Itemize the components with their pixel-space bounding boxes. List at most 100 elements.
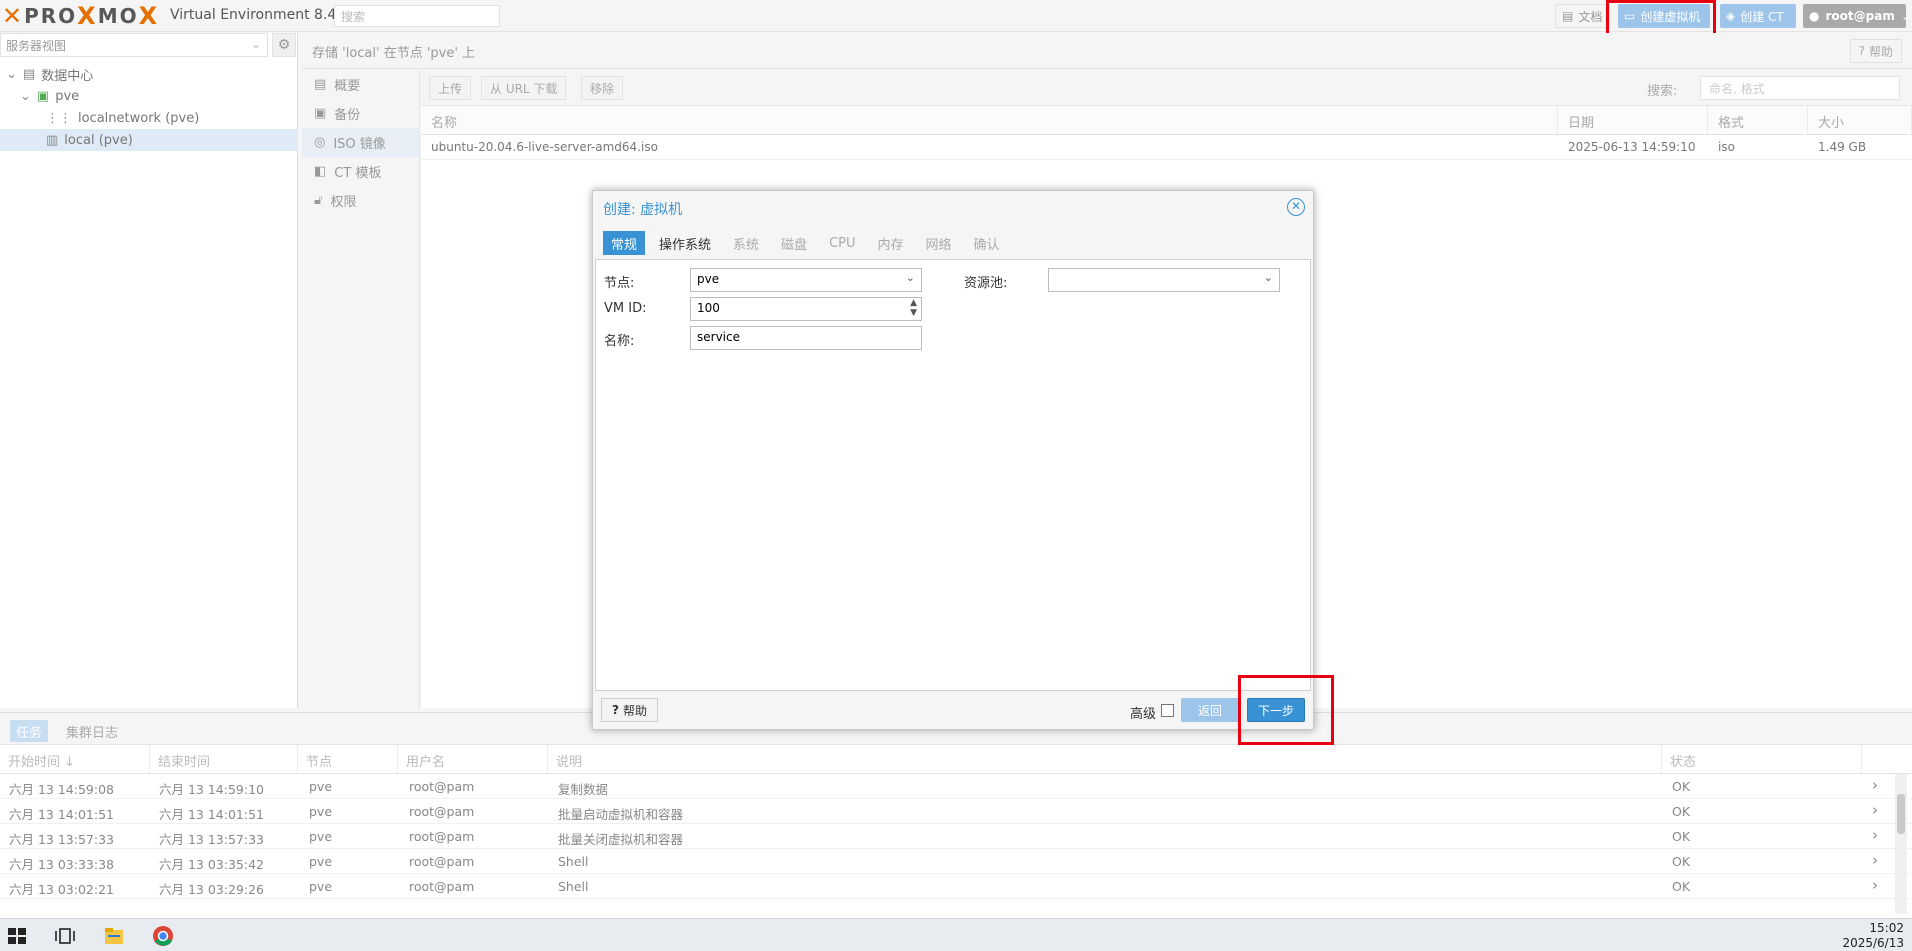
subnav-item-backup[interactable]: ▣ 备份 bbox=[302, 99, 419, 128]
vmid-label: VM ID: bbox=[604, 301, 647, 316]
create-ct-button[interactable]: ◈ 创建 CT bbox=[1720, 4, 1796, 28]
expand-toggle-icon[interactable]: ⌄ bbox=[20, 89, 31, 104]
download-url-button[interactable]: 从 URL 下载 bbox=[481, 76, 567, 100]
docs-button[interactable]: ▤ 文档 bbox=[1555, 4, 1610, 28]
tree-item-local-storage[interactable]: ▥ local (pve) bbox=[0, 129, 298, 151]
chevron-right-icon[interactable]: › bbox=[1872, 801, 1878, 819]
node-select[interactable]: pve ⌄ bbox=[690, 268, 922, 292]
tree-item-localnetwork[interactable]: ⋮⋮ localnetwork (pve) bbox=[46, 107, 296, 129]
column-header-start[interactable]: 开始时间 ↓ bbox=[0, 745, 150, 773]
chevron-down-icon: ⌄ bbox=[905, 271, 915, 284]
scroll-thumb[interactable] bbox=[1897, 794, 1905, 834]
column-header-name[interactable]: 名称 bbox=[421, 106, 1558, 134]
view-selector[interactable]: 服务器视图 ⌄ bbox=[0, 33, 268, 57]
vmid-spinner[interactable]: 100 ▲ ▼ bbox=[690, 297, 922, 321]
remove-button[interactable]: 移除 bbox=[581, 76, 624, 100]
tab-memory[interactable]: 内存 bbox=[870, 231, 912, 255]
task-view-icon[interactable] bbox=[54, 925, 76, 947]
spinner-arrows-icon[interactable]: ▲ ▼ bbox=[910, 298, 917, 318]
subnav-item-summary[interactable]: ▤ 概要 bbox=[302, 70, 419, 99]
cube-icon: ◈ bbox=[1726, 9, 1736, 23]
column-header-date[interactable]: 日期 bbox=[1558, 106, 1708, 134]
iso-date: 2025-06-13 14:59:10 bbox=[1568, 140, 1696, 154]
vm-name-input[interactable]: service bbox=[690, 326, 922, 350]
chevron-right-icon[interactable]: › bbox=[1872, 876, 1878, 894]
column-header-description[interactable]: 说明 bbox=[548, 745, 1662, 773]
node-online-icon: ▣ bbox=[36, 88, 50, 104]
back-button[interactable]: 返回 bbox=[1181, 698, 1239, 722]
expand-toggle-icon[interactable]: ⌄ bbox=[6, 67, 17, 82]
resource-pool-select[interactable]: ⌄ bbox=[1048, 268, 1280, 292]
close-icon[interactable]: ✕ bbox=[1287, 198, 1305, 216]
iso-toolbar: 上传 从 URL 下载 移除 搜索: 命名, 格式 bbox=[421, 70, 1912, 106]
advanced-checkbox[interactable] bbox=[1161, 704, 1174, 717]
dialog-help-button[interactable]: ? 帮助 bbox=[601, 698, 658, 722]
global-search-input[interactable]: 搜索 bbox=[334, 5, 500, 27]
tab-network[interactable]: 网络 bbox=[918, 231, 960, 255]
table-row[interactable]: 六月 13 03:02:21 六月 13 03:29:26 pve root@p… bbox=[0, 874, 1912, 899]
iso-name: ubuntu-20.04.6-live-server-amd64.iso bbox=[431, 140, 658, 154]
iso-format: iso bbox=[1718, 140, 1735, 154]
tab-confirm[interactable]: 确认 bbox=[966, 231, 1008, 255]
chevron-right-icon[interactable]: › bbox=[1872, 851, 1878, 869]
upload-button[interactable]: 上传 bbox=[429, 76, 472, 100]
iso-search-input[interactable]: 命名, 格式 bbox=[1700, 76, 1900, 100]
chevron-right-icon[interactable]: › bbox=[1872, 776, 1878, 794]
column-header-format[interactable]: 格式 bbox=[1708, 106, 1808, 134]
column-header-end[interactable]: 结束时间 bbox=[150, 745, 298, 773]
dialog-footer: ? 帮助 高级 返回 下一步 bbox=[593, 691, 1313, 729]
storage-icon: ▥ bbox=[46, 132, 59, 148]
table-row[interactable]: 六月 13 14:01:51 六月 13 14:01:51 pve root@p… bbox=[0, 799, 1912, 824]
help-button[interactable]: ? 帮助 bbox=[1849, 39, 1902, 63]
tab-os[interactable]: 操作系统 bbox=[651, 231, 719, 255]
storage-subnav: ▤ 概要 ▣ 备份 ◎ ISO 镜像 ◧ CT 模板 🔓︎ 权限 bbox=[302, 70, 420, 708]
chevron-down-icon: ⌄ bbox=[250, 37, 261, 51]
system-clock[interactable]: 15:02 2025/6/13 bbox=[1842, 921, 1904, 951]
file-explorer-icon[interactable] bbox=[103, 925, 125, 947]
user-menu-button[interactable]: ● root@pam ⌄ bbox=[1803, 4, 1911, 28]
chevron-down-icon: ⌄ bbox=[1263, 271, 1273, 284]
chrome-icon[interactable] bbox=[152, 925, 174, 947]
gear-icon[interactable]: ⚙ bbox=[272, 33, 296, 57]
unlock-icon: 🔓︎ bbox=[314, 193, 323, 208]
tab-cluster-log[interactable]: 集群日志 bbox=[60, 720, 124, 742]
table-row[interactable]: 六月 13 03:33:38 六月 13 03:35:42 pve root@p… bbox=[0, 849, 1912, 874]
table-row[interactable]: 六月 13 13:57:33 六月 13 13:57:33 pve root@p… bbox=[0, 824, 1912, 849]
tab-tasks[interactable]: 任务 bbox=[10, 720, 49, 742]
tab-cpu[interactable]: CPU bbox=[821, 231, 863, 255]
dialog-body: 节点: pve ⌄ VM ID: 100 ▲ ▼ 名称: service 资源池:… bbox=[595, 259, 1311, 691]
chevron-right-icon[interactable]: › bbox=[1872, 826, 1878, 844]
iso-grid-header: 名称 日期 格式 大小 bbox=[421, 106, 1912, 135]
app-title: Virtual Environment 8.4.1 bbox=[170, 7, 350, 23]
column-header-user[interactable]: 用户名 bbox=[398, 745, 548, 773]
tab-system[interactable]: 系统 bbox=[725, 231, 767, 255]
advanced-label: 高级 bbox=[1130, 707, 1157, 722]
tasks-grid-header: 开始时间 ↓ 结束时间 节点 用户名 说明 状态 bbox=[0, 745, 1912, 774]
create-vm-dialog: 创建: 虚拟机 ✕ 常规 操作系统 系统 磁盘 CPU 内存 网络 确认 节点:… bbox=[592, 190, 1314, 730]
resource-tree-panel: 服务器视图 ⌄ ⚙ ⌄ ▤ 数据中心 ⌄ ▣ pve ⋮⋮ localnetwo… bbox=[0, 33, 298, 708]
subnav-item-permissions[interactable]: 🔓︎ 权限 bbox=[302, 186, 419, 215]
tab-disks[interactable]: 磁盘 bbox=[773, 231, 815, 255]
windows-start-icon[interactable] bbox=[6, 925, 28, 947]
book-icon: ▤ bbox=[314, 77, 327, 92]
column-header-size[interactable]: 大小 bbox=[1808, 106, 1912, 134]
table-row[interactable]: 六月 13 14:59:08 六月 13 14:59:10 pve root@p… bbox=[0, 774, 1912, 799]
tree-item-datacenter[interactable]: ⌄ ▤ 数据中心 bbox=[6, 63, 296, 85]
table-row[interactable]: ubuntu-20.04.6-live-server-amd64.iso 202… bbox=[421, 135, 1912, 160]
column-header-node[interactable]: 节点 bbox=[298, 745, 398, 773]
os-taskbar: 15:02 2025/6/13 bbox=[0, 918, 1912, 951]
tree-item-node-pve[interactable]: ⌄ ▣ pve bbox=[20, 85, 296, 107]
column-header-status[interactable]: 状态 bbox=[1662, 745, 1862, 773]
content-header: 存储 'local' 在节点 'pve' 上 ? 帮助 bbox=[302, 33, 1912, 69]
proxmox-logo[interactable]: ✕ PRO X MO X bbox=[2, 2, 159, 30]
question-circle-icon: ? bbox=[1858, 44, 1865, 58]
tasks-scrollbar[interactable] bbox=[1895, 774, 1907, 914]
template-icon: ◧ bbox=[314, 164, 327, 179]
book-icon: ▤ bbox=[1562, 9, 1574, 23]
chevron-down-icon: ⌄ bbox=[1900, 9, 1911, 23]
subnav-item-iso-images[interactable]: ◎ ISO 镜像 bbox=[302, 128, 419, 157]
subnav-item-ct-templates[interactable]: ◧ CT 模板 bbox=[302, 157, 419, 186]
tab-general[interactable]: 常规 bbox=[603, 231, 646, 255]
node-label: 节点: bbox=[604, 276, 635, 291]
user-icon: ● bbox=[1809, 9, 1820, 23]
